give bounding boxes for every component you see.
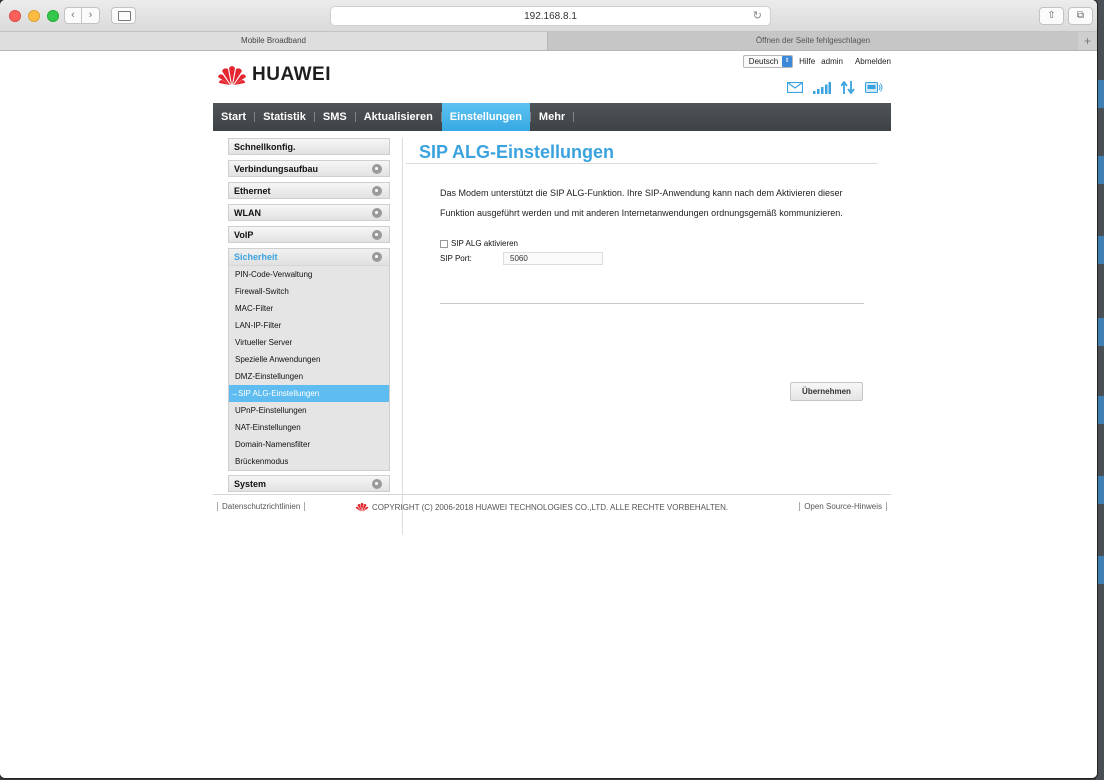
content-divider (402, 138, 403, 535)
sidebar-item-system[interactable]: System (228, 475, 390, 492)
sidebar-group-sicherheit: Sicherheit PIN-Code-Verwaltung Firewall-… (228, 248, 390, 471)
expand-icon (372, 208, 382, 218)
reload-icon[interactable]: ↻ (753, 7, 762, 26)
status-icons (787, 81, 883, 94)
sidebar-item-label: Ethernet (234, 186, 271, 196)
sidebar-item-label: WLAN (234, 208, 261, 218)
sidebar-subitem-sip-alg[interactable]: →SIP ALG-Einstellungen (229, 385, 389, 402)
nav-sms[interactable]: SMS (315, 103, 355, 131)
sidebar-item-verbindungsaufbau[interactable]: Verbindungsaufbau (228, 160, 390, 177)
network-type-icon (865, 81, 883, 93)
browser-window: ‹ › 192.168.8.1 ↻ ⇧ ⧉ Mobile Broadband Ö… (0, 0, 1097, 778)
close-window-button[interactable] (9, 10, 21, 22)
chevron-left-icon: ‹ (71, 9, 75, 21)
main-navigation: Start Statistik SMS Aktualisieren Einste… (213, 103, 891, 131)
minimize-window-button[interactable] (28, 10, 40, 22)
expand-icon (372, 479, 382, 489)
sidebar-subitem-domain-filter[interactable]: Domain-Namensfilter (229, 436, 389, 453)
brand-name: HUAWEI (252, 64, 331, 85)
sidebar-item-label: Sicherheit (234, 252, 278, 262)
share-button[interactable]: ⇧ (1039, 7, 1064, 25)
sidebar-item-label: VoIP (234, 230, 254, 240)
open-source-link[interactable]: Open Source-Hinweis (799, 502, 887, 511)
sidebar-subitem-mac-filter[interactable]: MAC-Filter (229, 300, 389, 317)
chevron-right-icon: › (88, 9, 93, 21)
web-page: Deutsch ⇕ Hilfe admin Abmelden HUAWEI St… (0, 52, 1097, 778)
sidebar-subitem-dmz[interactable]: DMZ-Einstellungen (229, 368, 389, 385)
sidebar-item-label: Schnellkonfig. (234, 142, 296, 152)
signal-strength-icon (813, 81, 831, 94)
select-arrow-icon: ⇕ (782, 56, 793, 67)
forward-button[interactable]: › (82, 7, 100, 24)
sidebar-subitem-pin-code[interactable]: PIN-Code-Verwaltung (229, 266, 389, 283)
tabs-icon: ⧉ (1076, 10, 1085, 21)
share-icon: ⇧ (1047, 10, 1056, 21)
nav-einstellungen[interactable]: Einstellungen (441, 103, 530, 131)
page-footer: Datenschutzrichtlinien COPYRIGHT (C) 200… (213, 494, 891, 514)
sidebar-subitem-upnp[interactable]: UPnP-Einstellungen (229, 402, 389, 419)
sidebar-item-label: System (234, 479, 267, 489)
sip-port-label: SIP Port: (440, 254, 472, 263)
sidebar-item-label: Verbindungsaufbau (234, 164, 319, 174)
huawei-logo: HUAWEI (217, 64, 331, 86)
page-title: SIP ALG-Einstellungen (406, 138, 878, 164)
huawei-flower-icon (218, 66, 246, 85)
desktop-background (1096, 0, 1104, 780)
back-button[interactable]: ‹ (64, 7, 82, 24)
sidebar-subitem-spezielle-anwendungen[interactable]: Spezielle Anwendungen (229, 351, 389, 368)
sidebar-item-schnellkonfig[interactable]: Schnellkonfig. (228, 138, 390, 155)
expand-icon (372, 164, 382, 174)
page-description: Das Modem unterstützt die SIP ALG-Funkti… (440, 188, 843, 218)
nav-start[interactable]: Start (213, 103, 254, 131)
sidebar-subitem-brueckenmodus[interactable]: Brückenmodus (229, 453, 389, 470)
copyright-text: COPYRIGHT (C) 2006-2018 HUAWEI TECHNOLOG… (372, 502, 729, 512)
mail-icon[interactable] (787, 82, 803, 93)
nav-separator (573, 112, 575, 122)
sidebar-item-sicherheit[interactable]: Sicherheit (229, 249, 389, 266)
collapse-icon (372, 252, 382, 262)
sidebar-subitem-firewall-switch[interactable]: Firewall-Switch (229, 283, 389, 300)
zoom-window-button[interactable] (47, 10, 59, 22)
content-separator (440, 303, 864, 304)
tab-mobile-broadband[interactable]: Mobile Broadband (0, 32, 548, 50)
sidebar-subitem-nat[interactable]: NAT-Einstellungen (229, 419, 389, 436)
expand-icon (372, 230, 382, 240)
main-content: SIP ALG-Einstellungen Das Modem unterstü… (406, 138, 878, 401)
nav-mehr[interactable]: Mehr (531, 103, 573, 131)
sidebar-item-ethernet[interactable]: Ethernet (228, 182, 390, 199)
language-value: Deutsch (748, 57, 779, 66)
browser-titlebar: ‹ › 192.168.8.1 ↻ ⇧ ⧉ (0, 0, 1097, 32)
sip-alg-checkbox-label[interactable]: SIP ALG aktivieren (451, 239, 518, 248)
huawei-small-logo-icon (355, 502, 369, 512)
url-text: 192.168.8.1 (524, 11, 577, 22)
apply-button[interactable]: Übernehmen (790, 382, 863, 401)
tabs-overview-button[interactable]: ⧉ (1068, 7, 1093, 25)
sip-alg-checkbox[interactable] (440, 239, 448, 248)
help-link[interactable]: Hilfe (799, 57, 815, 66)
sidebar-item-voip[interactable]: VoIP (228, 226, 390, 243)
logout-link[interactable]: Abmelden (855, 57, 891, 66)
sidebar-subitem-virtueller-server[interactable]: Virtueller Server (229, 334, 389, 351)
sidebar-subitem-lan-ip-filter[interactable]: LAN-IP-Filter (229, 317, 389, 334)
expand-icon (372, 186, 382, 196)
sidebar-toggle-button[interactable] (111, 7, 136, 24)
language-select[interactable]: Deutsch ⇕ (742, 55, 794, 68)
tab-error-page[interactable]: Öffnen der Seite fehlgeschlagen (548, 32, 1078, 50)
data-transfer-icon (841, 81, 855, 94)
tab-bar: Mobile Broadband Öffnen der Seite fehlge… (0, 32, 1097, 51)
window-controls (9, 10, 59, 22)
header-links: Deutsch ⇕ Hilfe admin Abmelden (742, 55, 891, 68)
settings-sidebar: Schnellkonfig. Verbindungsaufbau Etherne… (228, 138, 390, 497)
address-bar[interactable]: 192.168.8.1 ↻ (330, 6, 771, 26)
sidebar-item-wlan[interactable]: WLAN (228, 204, 390, 221)
new-tab-button[interactable]: + (1078, 32, 1097, 50)
nav-aktualisieren[interactable]: Aktualisieren (356, 103, 441, 131)
sip-port-input[interactable]: 5060 (503, 252, 603, 265)
nav-statistik[interactable]: Statistik (255, 103, 314, 131)
username: admin (821, 57, 843, 66)
privacy-link[interactable]: Datenschutzrichtlinien (217, 502, 306, 511)
